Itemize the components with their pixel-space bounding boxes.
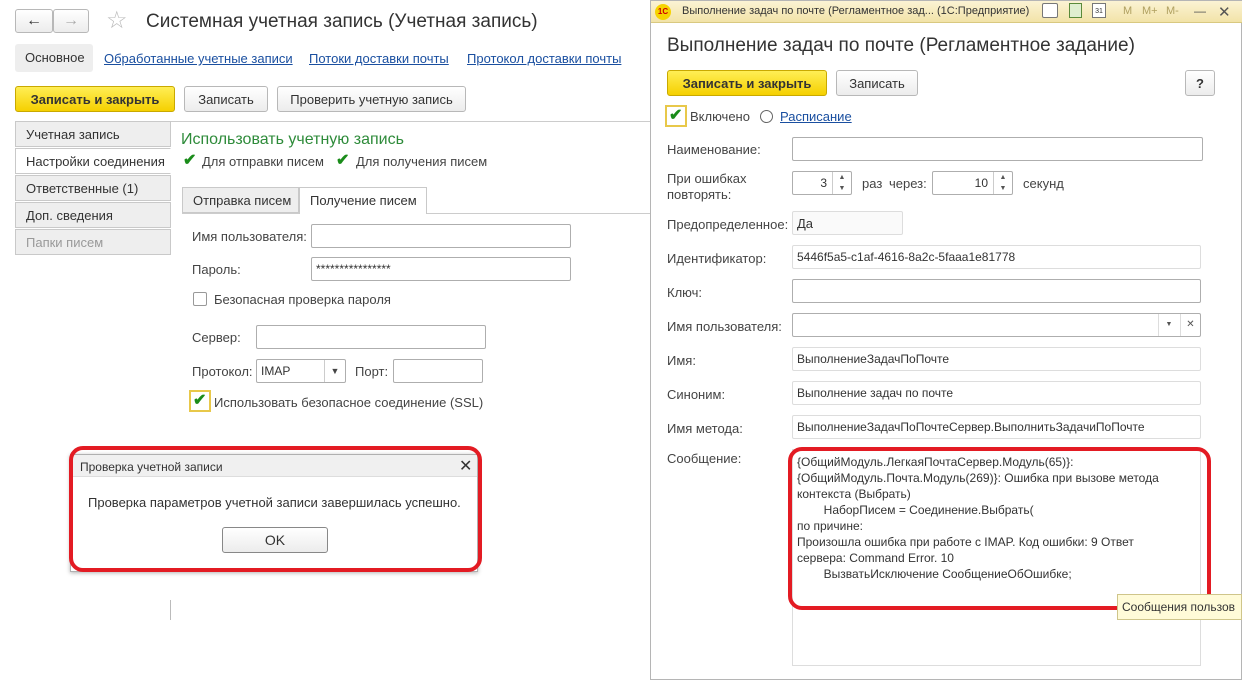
times-label: раз [862,176,883,191]
side-tab-account[interactable]: Учетная запись [15,121,171,147]
id-input[interactable]: 5446f5a5-c1af-4616-8a2c-5faaa1e81778 [792,245,1201,269]
close-icon[interactable]: ✕ [1218,3,1231,21]
highlight-frame [69,446,482,572]
seconds-label: секунд [1023,176,1064,191]
save-close-button[interactable]: Записать и закрыть [15,86,175,112]
check-icon: ✔ [183,152,197,169]
window-title: Системная учетная запись (Учетная запись… [146,11,538,32]
highlight-frame [788,447,1211,610]
right-save-button[interactable]: Записать [836,70,918,96]
left-edge-line [170,600,171,620]
side-tab-responsible[interactable]: Ответственные (1) [15,175,171,201]
user-input[interactable] [792,313,1201,337]
key-input[interactable] [792,279,1201,303]
save-button[interactable]: Записать [184,86,268,112]
app-logo-icon: 1С [655,4,671,20]
memory-plus-button[interactable]: M+ [1142,5,1158,17]
server-label: Сервер: [192,330,241,345]
password-input[interactable]: **************** [311,257,571,281]
protocol-value: IMAP [261,364,291,378]
name-label: Наименование: [667,142,761,157]
right-save-close-button[interactable]: Записать и закрыть [667,70,827,96]
secure-password-label: Безопасная проверка пароля [214,292,391,307]
subtab-receiving[interactable]: Получение писем [299,187,427,214]
check-account-button[interactable]: Проверить учетную запись [277,86,466,112]
arrow-left-icon: ← [26,12,42,29]
name2-input[interactable]: ВыполнениеЗадачПоПочте [792,347,1201,371]
protocol-label: Протокол: [192,364,253,379]
method-input[interactable]: ВыполнениеЗадачПоПочтеСервер.ВыполнитьЗа… [792,415,1201,439]
for-receiving-label: Для получения писем [356,154,488,169]
message-label: Сообщение: [667,451,742,466]
password-label: Пароль: [192,262,241,277]
help-button[interactable]: ? [1185,70,1215,96]
user-label: Имя пользователя: [667,319,782,334]
ssl-label: Использовать безопасное соединение (SSL) [214,395,484,410]
enabled-label: Включено [690,109,750,124]
print-icon[interactable] [1042,3,1058,18]
retry-label: При ошибках повторять: [667,171,747,202]
server-input[interactable] [256,325,486,349]
method-label: Имя метода: [667,421,743,436]
clock-icon [760,110,773,123]
chevron-down-icon[interactable]: ▼ [324,360,345,382]
subtab-sending[interactable]: Отправка писем [182,187,299,213]
divider [171,121,650,122]
calculator-icon[interactable] [1069,3,1082,18]
check-icon: ✔ [193,392,207,409]
tab-processed-accounts[interactable]: Обработанные учетные записи [104,51,293,66]
schedule-link[interactable]: Расписание [780,109,852,124]
minimize-icon[interactable]: — [1194,4,1206,18]
tab-main[interactable]: Основное [15,44,93,72]
tooltip: Сообщения пользов [1117,594,1242,620]
right-window-title: Выполнение задач по почте (Регламентное … [682,5,1030,17]
name-input[interactable] [792,137,1203,161]
tab-delivery-flows[interactable]: Потоки доставки почты [309,51,449,66]
key-label: Ключ: [667,285,703,300]
after-label: через: [889,176,927,191]
side-tab-connection[interactable]: Настройки соединения [15,148,171,174]
username-input[interactable] [311,224,571,248]
side-tab-folders[interactable]: Папки писем [15,229,171,255]
secure-password-checkbox[interactable] [193,292,207,306]
use-account-heading: Использовать учетную запись [181,131,404,148]
tab-delivery-log[interactable]: Протокол доставки почты [467,51,621,66]
chevron-down-icon[interactable]: ▼ [1158,314,1179,336]
port-label: Порт: [355,364,389,379]
predefined-value: Да [792,211,903,235]
name2-label: Имя: [667,353,696,368]
forward-button[interactable]: → [53,9,89,33]
check-icon[interactable]: ✔ [336,153,349,169]
retry-interval-stepper[interactable]: ▲ ▼ [993,172,1012,194]
memory-m-button[interactable]: M [1123,5,1132,17]
username-label: Имя пользователя: [192,229,307,244]
calendar-icon[interactable]: 31 [1092,3,1106,18]
port-input[interactable] [393,359,483,383]
for-sending-label: Для отправки писем [202,154,324,169]
retry-count-stepper[interactable]: ▲ ▼ [832,172,851,194]
back-button[interactable]: ← [15,9,53,33]
predefined-label: Предопределенное: [667,217,789,232]
right-heading: Выполнение задач по почте (Регламентное … [667,35,1135,56]
clear-icon[interactable]: ✕ [1180,314,1200,336]
side-tab-extra[interactable]: Доп. сведения [15,202,171,228]
check-icon: ✔ [669,107,683,124]
synonym-label: Синоним: [667,387,726,402]
synonym-input[interactable]: Выполнение задач по почте [792,381,1201,405]
id-label: Идентификатор: [667,251,767,266]
favorite-star-icon[interactable]: ☆ [106,6,128,35]
arrow-right-icon: → [63,12,79,29]
memory-minus-button[interactable]: M- [1166,5,1179,17]
